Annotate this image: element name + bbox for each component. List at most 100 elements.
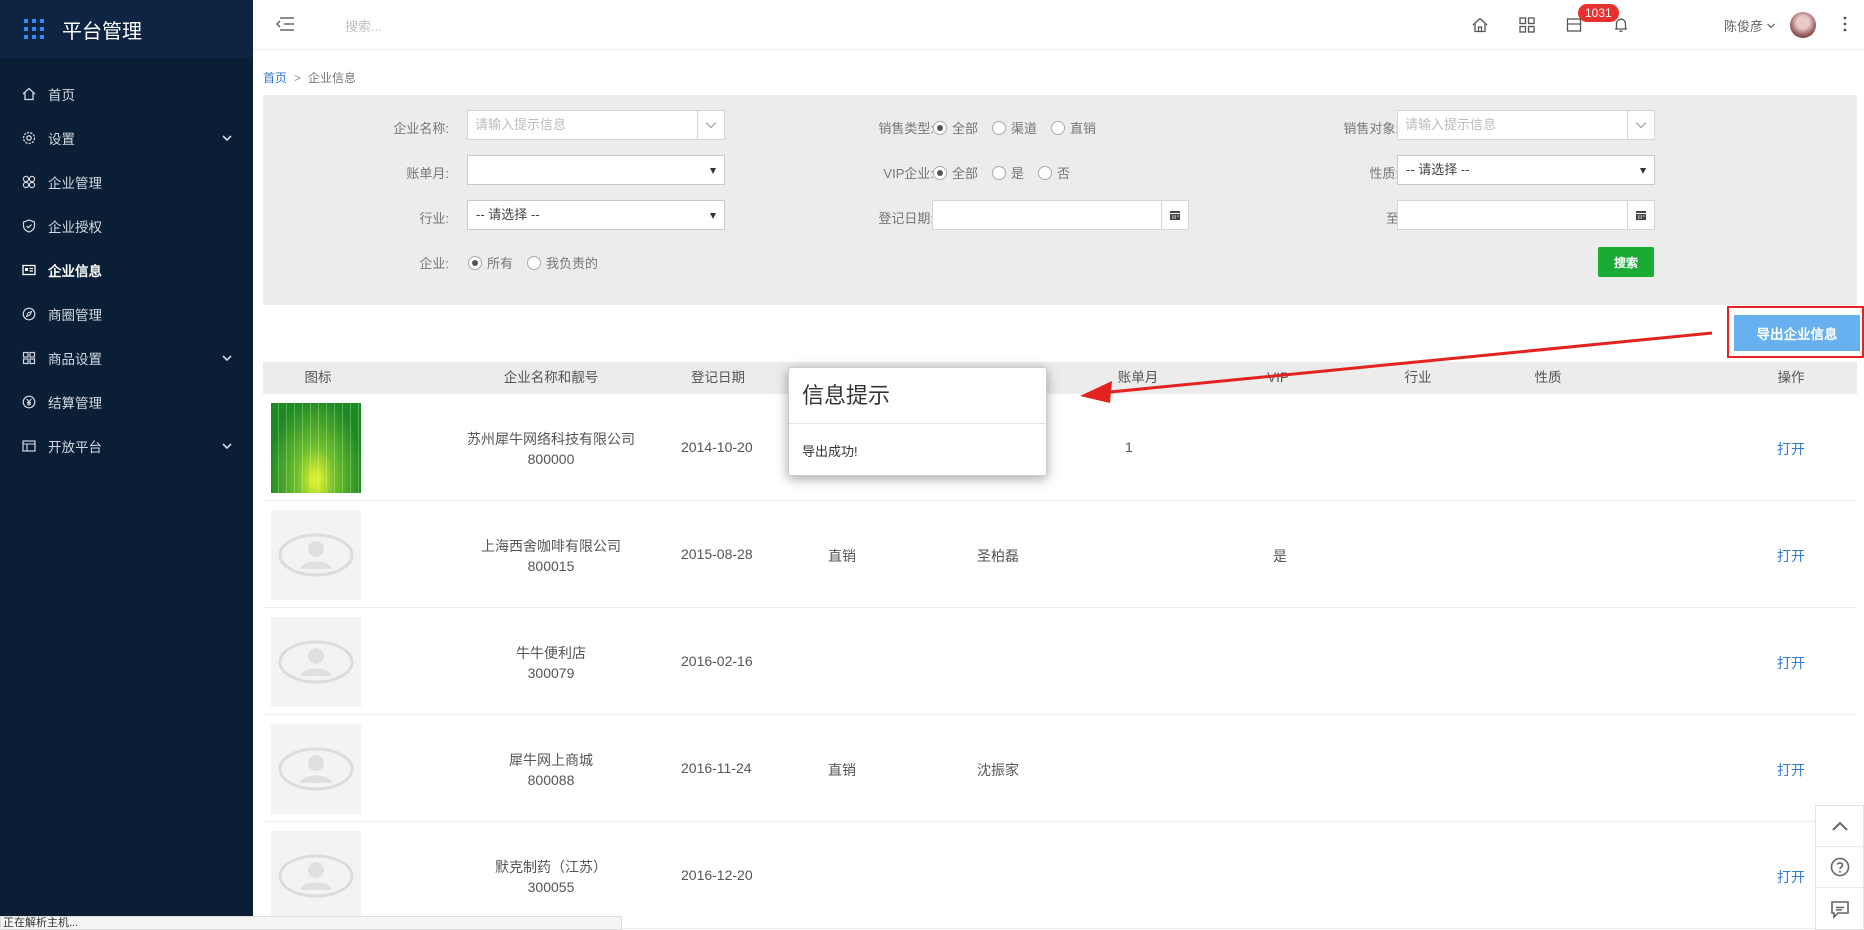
- vip-yes-radio[interactable]: 是: [992, 163, 1024, 182]
- sales-type-direct-radio[interactable]: 直销: [1051, 118, 1096, 137]
- sidebar-item-open-platform[interactable]: 开放平台: [0, 424, 253, 468]
- sidebar-item-company-info[interactable]: 企业信息: [0, 248, 253, 292]
- brand[interactable]: 平台管理: [0, 0, 253, 58]
- browser-status-bar: 正在解析主机...: [0, 916, 622, 930]
- sales-type-radio-group: 全部 渠道 直销: [933, 118, 1110, 137]
- sales-target-cell: 圣柏磊: [977, 548, 1019, 564]
- id-card-icon: [22, 263, 36, 277]
- open-link[interactable]: 打开: [1771, 439, 1811, 459]
- nature-select[interactable]: -- 请选择 --: [1397, 155, 1655, 185]
- caret-down-icon: [1640, 168, 1646, 174]
- sales-type-cell: 直销: [828, 548, 856, 564]
- enterprise-scope-label: 企业:: [419, 256, 449, 271]
- menu-toggle-icon[interactable]: [275, 15, 295, 33]
- caret-down-icon: [710, 213, 716, 219]
- floating-toolbar: [1815, 805, 1864, 930]
- question-icon: [1830, 857, 1849, 877]
- company-code: 800000: [527, 451, 575, 467]
- company-name-label: 企业名称:: [393, 121, 449, 136]
- info-dialog: 信息提示 导出成功!: [788, 367, 1047, 476]
- open-link[interactable]: 打开: [1771, 546, 1811, 566]
- export-company-info-button[interactable]: 导出企业信息: [1734, 315, 1860, 351]
- sales-type-all-radio[interactable]: 全部: [933, 118, 978, 137]
- sidebar-item-business-district[interactable]: 商圈管理: [0, 292, 253, 336]
- sidebar-item-company-management[interactable]: 企业管理: [0, 160, 253, 204]
- sales-target-input[interactable]: 请输入提示信息: [1397, 110, 1655, 140]
- company-name: 牛牛便利店: [516, 645, 586, 661]
- table-row: 牛牛便利店 300079 2016-02-16 打开: [263, 608, 1857, 715]
- sales-type-channel-radio[interactable]: 渠道: [992, 118, 1037, 137]
- company-name-input[interactable]: 请输入提示信息: [467, 110, 725, 140]
- sidebar-item-home[interactable]: 首页: [0, 72, 253, 116]
- chevron-down-icon[interactable]: [697, 111, 724, 139]
- chevron-down-icon: [222, 355, 232, 362]
- company-name: 苏州犀牛网络科技有限公司: [467, 431, 635, 447]
- bell-icon[interactable]: [1612, 16, 1630, 34]
- reg-date-cell: 2016-02-16: [681, 653, 753, 669]
- company-name-cell: 牛牛便利店 300079: [401, 643, 701, 683]
- reg-date-end-input[interactable]: [1397, 200, 1655, 230]
- sidebar: 平台管理 首页 设置 企业管理 企业授权 企业信息 商圈管理 商品设置 结算管理…: [0, 0, 253, 930]
- sidebar-item-label: 企业授权: [48, 220, 102, 235]
- company-name-placeholder: 请输入提示信息: [475, 117, 567, 132]
- top-search-input[interactable]: [345, 16, 585, 36]
- nature-label: 性质:: [1369, 166, 1399, 181]
- sidebar-item-label: 企业管理: [48, 176, 102, 191]
- company-logo-image: [271, 403, 361, 493]
- yen-icon: [22, 395, 36, 409]
- company-code: 800088: [527, 772, 575, 788]
- open-link[interactable]: 打开: [1771, 867, 1811, 887]
- column-header: 操作: [1777, 370, 1805, 385]
- reg-date-cell: 2016-12-20: [681, 867, 753, 883]
- home-icon[interactable]: [1471, 16, 1489, 34]
- help-button[interactable]: [1816, 847, 1863, 888]
- open-link[interactable]: 打开: [1771, 760, 1811, 780]
- column-header: VIP: [1267, 370, 1289, 385]
- date-to-label: 至: [1385, 211, 1399, 226]
- sidebar-item-settlement[interactable]: 结算管理: [0, 380, 253, 424]
- sidebar-item-label: 设置: [48, 132, 75, 147]
- scope-all-radio[interactable]: 所有: [468, 253, 513, 272]
- back-to-top-button[interactable]: [1816, 806, 1863, 847]
- breadcrumb-home-link[interactable]: 首页: [263, 71, 287, 85]
- column-header: 性质: [1534, 370, 1562, 385]
- caret-down-icon: [710, 168, 716, 174]
- sidebar-item-label: 企业信息: [48, 264, 102, 279]
- feedback-button[interactable]: [1816, 888, 1863, 929]
- bill-month-cell: 1: [1125, 439, 1133, 455]
- vip-no-radio[interactable]: 否: [1038, 163, 1070, 182]
- sidebar-item-company-authorization[interactable]: 企业授权: [0, 204, 253, 248]
- apps-icon: [22, 351, 36, 365]
- bill-month-label: 账单月:: [406, 166, 449, 181]
- reg-date-start-input[interactable]: [932, 200, 1189, 230]
- sales-target-cell: 沈振家: [977, 762, 1019, 778]
- table-row: 苏州犀牛网络科技有限公司 800000 2014-10-20 1 打开: [263, 394, 1857, 501]
- chevron-down-icon[interactable]: [1627, 111, 1654, 139]
- table-header: 图标 企业名称和靓号 登记日期 账单月 VIP 行业 性质 操作: [263, 362, 1857, 394]
- bill-month-select[interactable]: [467, 155, 725, 185]
- chevron-down-icon: [222, 135, 232, 142]
- table-row: 默克制药（江苏） 300055 2016-12-20 打开: [263, 822, 1857, 929]
- company-name-cell: 苏州犀牛网络科技有限公司 800000: [401, 429, 701, 469]
- scope-mine-radio[interactable]: 我负责的: [527, 253, 598, 272]
- sidebar-item-product-settings[interactable]: 商品设置: [0, 336, 253, 380]
- industry-select[interactable]: -- 请选择 --: [467, 200, 725, 230]
- search-button[interactable]: 搜索: [1598, 247, 1654, 277]
- column-header: 账单月: [1117, 370, 1159, 385]
- more-vertical-icon[interactable]: [1843, 16, 1847, 32]
- open-link[interactable]: 打开: [1771, 653, 1811, 673]
- avatar-placeholder-icon: [271, 617, 361, 707]
- calendar-icon[interactable]: [1161, 201, 1188, 229]
- sidebar-menu: 首页 设置 企业管理 企业授权 企业信息 商圈管理 商品设置 结算管理 开放平台: [0, 72, 253, 468]
- column-header: 登记日期: [691, 370, 745, 385]
- calendar-icon[interactable]: [1627, 201, 1654, 229]
- sidebar-item-settings[interactable]: 设置: [0, 116, 253, 160]
- avatar[interactable]: [1790, 12, 1816, 38]
- company-code: 300055: [527, 879, 575, 895]
- vip-cell: 是: [1273, 548, 1287, 564]
- user-menu[interactable]: 陈俊彦: [1724, 16, 1776, 35]
- reg-date-cell: 2016-11-24: [681, 760, 752, 776]
- vip-all-radio[interactable]: 全部: [933, 163, 978, 182]
- gear-icon: [22, 131, 36, 145]
- apps-icon[interactable]: [1518, 16, 1536, 34]
